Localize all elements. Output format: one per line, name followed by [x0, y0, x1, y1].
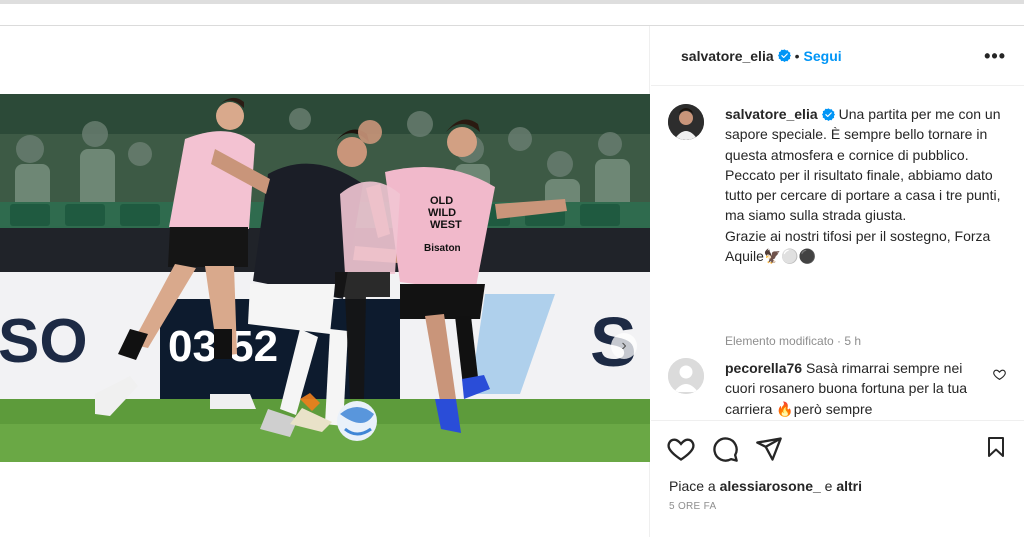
post-header: salvatore_elia • Segui ••• — [651, 26, 1024, 86]
post-timestamp[interactable]: 5 ORE FA — [669, 501, 716, 512]
follow-button[interactable]: Segui — [804, 48, 842, 64]
bookmark-icon[interactable] — [984, 435, 1008, 459]
post-photo[interactable]: SO 03 52 S — [0, 94, 650, 462]
post-sidebar: salvatore_elia • Segui ••• salvatore_eli… — [651, 26, 1024, 537]
post-media: SO 03 52 S — [0, 26, 650, 537]
more-options-icon[interactable]: ••• — [984, 46, 1006, 67]
comment-text-tail: però sempre — [793, 400, 873, 417]
likes-summary: Piace a alessiarosone_ e altri — [669, 478, 862, 494]
caption-text-block: salvatore_elia Una partita per me con un… — [725, 104, 1005, 266]
caption-text-2: Peccato per il risultato finale, abbiamo… — [725, 166, 1001, 224]
comment-username[interactable]: pecorella76 — [725, 360, 802, 376]
likes-user[interactable]: alessiarosone_ — [720, 478, 821, 494]
carousel-next-button[interactable]: › — [611, 333, 637, 359]
avatar[interactable] — [668, 358, 704, 394]
avatar[interactable] — [668, 104, 704, 140]
svg-text:WEST: WEST — [430, 219, 462, 231]
likes-others[interactable]: altri — [836, 478, 862, 494]
board-text-left: SO — [0, 307, 88, 376]
header-username[interactable]: salvatore_elia — [681, 48, 774, 64]
post-modal: SO 03 52 S — [0, 26, 1024, 537]
caption-emojis: 🦅⚪⚫ — [763, 248, 817, 265]
like-icon[interactable] — [667, 435, 695, 463]
svg-text:WILD: WILD — [428, 207, 456, 219]
post-actions: Piace a alessiarosone_ e altri 5 ORE FA — [651, 420, 1024, 537]
browser-top-strip — [0, 0, 1024, 26]
likes-prefix: Piace a — [669, 478, 716, 494]
svg-text:OLD: OLD — [430, 195, 453, 207]
comment-icon[interactable] — [711, 435, 739, 463]
verified-icon — [821, 108, 835, 121]
header-separator: • — [794, 47, 800, 64]
share-icon[interactable] — [755, 435, 783, 463]
likes-middle: e — [824, 478, 833, 494]
comment-emoji: 🔥 — [776, 400, 794, 417]
action-icons — [667, 435, 783, 463]
comment-like-icon[interactable] — [993, 368, 1006, 381]
comment-text-block: pecorella76 Sasà rimarrai sempre nei cuo… — [725, 358, 975, 419]
jersey-sponsor: Bisaton — [424, 243, 461, 254]
caption-username[interactable]: salvatore_elia — [725, 106, 818, 122]
edited-label: Elemento modificato · 5 h — [725, 334, 862, 348]
comments-section[interactable]: salvatore_elia Una partita per me con un… — [651, 87, 1024, 420]
verified-icon — [777, 49, 791, 62]
